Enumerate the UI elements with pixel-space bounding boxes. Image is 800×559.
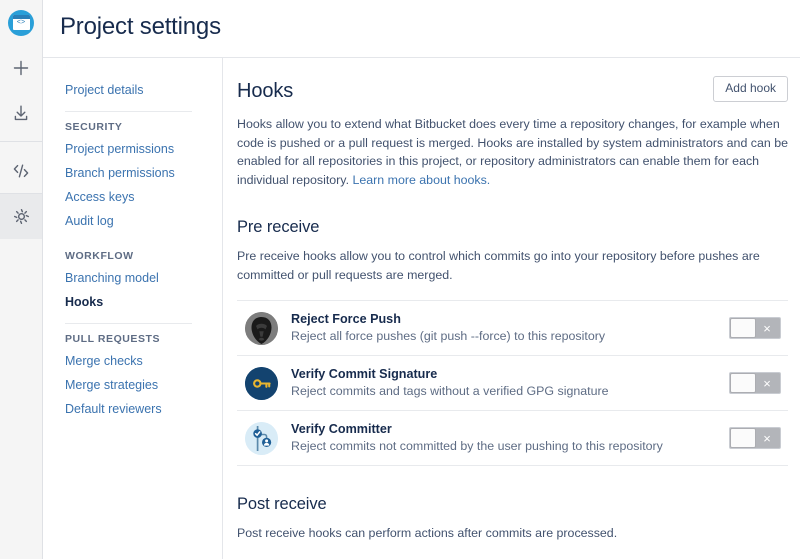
- hook-text: Verify Commit Signature Reject commits a…: [291, 366, 729, 400]
- hook-name: Reject Force Push: [291, 312, 401, 326]
- pre-receive-title: Pre receive: [237, 218, 320, 236]
- page-title: Project settings: [60, 13, 221, 40]
- toggle-knob: [731, 319, 755, 337]
- sidebar-item-code[interactable]: [0, 148, 42, 193]
- global-sidebar-rail: [0, 0, 43, 559]
- darth-vader-avatar-icon: [245, 311, 278, 345]
- key-avatar-icon: [245, 366, 278, 400]
- post-receive-title: Post receive: [237, 495, 327, 513]
- sidebar-item-default-reviewers[interactable]: Default reviewers: [65, 398, 222, 422]
- sidebar-item-branching-model[interactable]: Branching model: [65, 267, 222, 291]
- sidebar-heading-workflow: WORKFLOW: [65, 250, 134, 262]
- toggle-off-icon: ×: [763, 320, 771, 336]
- sidebar-item-project-permissions[interactable]: Project permissions: [65, 138, 222, 162]
- sidebar-item-merge-strategies[interactable]: Merge strategies: [65, 374, 222, 398]
- learn-more-about-hooks-link[interactable]: Learn more about hooks.: [352, 173, 490, 187]
- hook-row: Verify Commit Signature Reject commits a…: [237, 355, 788, 410]
- sidebar-divider-1: [65, 111, 192, 112]
- toggle-off-icon: ×: [763, 430, 771, 446]
- hook-enable-toggle[interactable]: ×: [729, 317, 781, 339]
- sidebar-item-merge-checks[interactable]: Merge checks: [65, 350, 222, 374]
- page-header: Project settings: [43, 0, 800, 58]
- post-receive-description: Post receive hooks can perform actions a…: [237, 526, 618, 540]
- hook-description: Reject all force pushes (git push --forc…: [291, 329, 606, 343]
- toggle-off-icon: ×: [763, 375, 771, 391]
- toggle-knob: [731, 429, 755, 447]
- pre-receive-description: Pre receive hooks allow you to control w…: [237, 249, 760, 282]
- plus-icon: [11, 58, 31, 78]
- project-settings-hooks-page: Project settings Project details SECURIT…: [0, 0, 800, 559]
- hooks-intro-body: Hooks allow you to extend what Bitbucket…: [237, 117, 788, 187]
- sidebar-item-import[interactable]: [0, 90, 42, 135]
- add-hook-button[interactable]: Add hook: [713, 76, 788, 102]
- hook-name: Verify Commit Signature: [291, 367, 438, 381]
- hook-description: Reject commits not committed by the user…: [291, 439, 663, 453]
- hook-description: Reject commits and tags without a verifi…: [291, 384, 609, 398]
- sidebar-item-project-details[interactable]: Project details: [65, 79, 222, 103]
- commit-verify-avatar-icon: [245, 421, 278, 455]
- hooks-title: Hooks: [237, 80, 294, 102]
- hook-text: Reject Force Push Reject all force pushe…: [291, 311, 729, 345]
- hooks-header-row: Hooks Add hook: [237, 76, 788, 106]
- sidebar-item-repository-avatar[interactable]: [0, 0, 42, 45]
- toggle-knob: [731, 374, 755, 392]
- download-icon: [11, 103, 31, 123]
- hook-name: Verify Committer: [291, 422, 392, 436]
- sidebar-item-hooks[interactable]: Hooks: [65, 291, 222, 315]
- sidebar-divider-2: [65, 323, 192, 324]
- sidebar-item-create[interactable]: [0, 45, 42, 90]
- hook-enable-toggle[interactable]: ×: [729, 427, 781, 449]
- gear-icon: [12, 207, 31, 226]
- sidebar-heading-pull-requests: PULL REQUESTS: [65, 333, 161, 345]
- sidebar-heading-security: SECURITY: [65, 121, 123, 133]
- settings-sidebar: Project details SECURITY Project permiss…: [43, 58, 223, 559]
- sidebar-item-branch-permissions[interactable]: Branch permissions: [65, 162, 222, 186]
- hook-enable-toggle[interactable]: ×: [729, 372, 781, 394]
- code-slash-icon: [10, 160, 32, 182]
- sidebar-item-settings[interactable]: [0, 194, 42, 239]
- hook-row: Verify Committer Reject commits not comm…: [237, 410, 788, 466]
- repository-avatar-icon: [8, 9, 34, 36]
- pre-receive-hook-list: Reject Force Push Reject all force pushe…: [237, 300, 788, 466]
- sidebar-item-access-keys[interactable]: Access keys: [65, 186, 222, 210]
- sidebar-item-audit-log[interactable]: Audit log: [65, 210, 222, 234]
- hooks-intro-text: Hooks allow you to extend what Bitbucket…: [237, 115, 788, 189]
- rail-divider: [0, 141, 42, 142]
- hook-row: Reject Force Push Reject all force pushe…: [237, 300, 788, 355]
- main-content: Hooks Add hook Hooks allow you to extend…: [224, 58, 800, 559]
- hook-text: Verify Committer Reject commits not comm…: [291, 421, 729, 455]
